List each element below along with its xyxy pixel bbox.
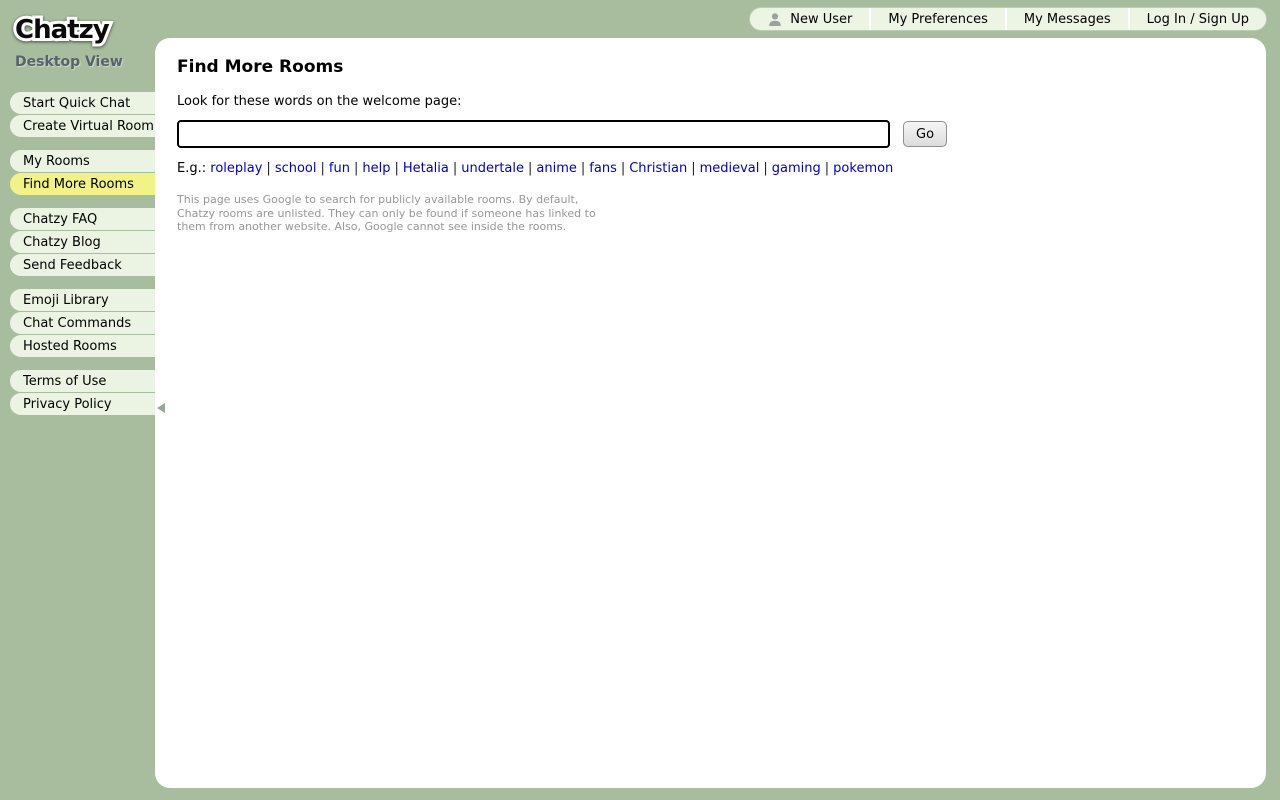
main-content-panel: Find More Rooms Look for these words on … — [155, 38, 1266, 788]
sidebar-group-chat: Start Quick Chat Create Virtual Room — [10, 92, 155, 137]
link-separator: | — [763, 161, 767, 176]
nav-item-label: Log In / Sign Up — [1147, 12, 1249, 27]
link-separator: | — [528, 161, 532, 176]
examples-prefix: E.g.: — [177, 161, 206, 176]
search-row: Go — [177, 120, 1242, 148]
chatzy-logo[interactable]: Chatzy — [10, 8, 140, 54]
example-link-help[interactable]: help — [362, 161, 390, 176]
link-separator: | — [581, 161, 585, 176]
nav-item-login-signup[interactable]: Log In / Sign Up — [1128, 8, 1266, 30]
nav-item-label: My Preferences — [888, 12, 988, 27]
example-link-medieval[interactable]: medieval — [700, 161, 760, 176]
example-link-gaming[interactable]: gaming — [772, 161, 821, 176]
sidebar-item-send-feedback[interactable]: Send Feedback — [10, 254, 155, 276]
nav-item-my-preferences[interactable]: My Preferences — [869, 8, 1005, 30]
desktop-view-label: Desktop View — [15, 54, 123, 70]
disclaimer-line: them from another website. Also, Google … — [177, 220, 1242, 234]
logo-text: Chatzy — [15, 15, 110, 45]
nav-item-label: New User — [790, 12, 852, 27]
sidebar-item-chatzy-blog[interactable]: Chatzy Blog — [10, 231, 155, 253]
example-link-hetalia[interactable]: Hetalia — [403, 161, 449, 176]
nav-item-new-user[interactable]: New User — [750, 8, 869, 30]
sidebar-item-chatzy-faq[interactable]: Chatzy FAQ — [10, 208, 155, 230]
example-links-row: E.g.: roleplay | school | fun | help | Hetalia | u… — [177, 161, 1242, 176]
page-title: Find More Rooms — [177, 57, 1242, 77]
disclaimer-line: Chatzy rooms are unlisted. They can only… — [177, 207, 1242, 221]
link-separator: | — [321, 161, 325, 176]
nav-item-label: My Messages — [1024, 12, 1111, 27]
example-link-christian[interactable]: Christian — [629, 161, 687, 176]
disclaimer-line: This page uses Google to search for publ… — [177, 193, 1242, 207]
link-separator: | — [453, 161, 457, 176]
sidebar-item-terms-of-use[interactable]: Terms of Use — [10, 370, 155, 392]
room-search-input[interactable] — [177, 120, 890, 148]
sidebar-group-legal: Terms of Use Privacy Policy — [10, 370, 155, 415]
sidebar-group-tools: Emoji Library Chat Commands Hosted Rooms — [10, 289, 155, 357]
person-icon — [767, 12, 783, 27]
example-link-undertale[interactable]: undertale — [461, 161, 524, 176]
sidebar-item-my-rooms[interactable]: My Rooms — [10, 150, 155, 172]
link-separator: | — [621, 161, 625, 176]
example-link-fun[interactable]: fun — [329, 161, 350, 176]
example-link-roleplay[interactable]: roleplay — [210, 161, 262, 176]
link-separator: | — [394, 161, 398, 176]
go-button[interactable]: Go — [903, 121, 947, 147]
sidebar-item-chat-commands[interactable]: Chat Commands — [10, 312, 155, 334]
sidebar-item-emoji-library[interactable]: Emoji Library — [10, 289, 155, 311]
sidebar-item-create-virtual-room[interactable]: Create Virtual Room — [10, 115, 155, 137]
sidebar: Start Quick Chat Create Virtual Room My … — [10, 92, 155, 428]
google-search-disclaimer: This page uses Google to search for publ… — [177, 193, 1242, 234]
sidebar-group-info: Chatzy FAQ Chatzy Blog Send Feedback — [10, 208, 155, 276]
sidebar-item-hosted-rooms[interactable]: Hosted Rooms — [10, 335, 155, 357]
example-link-fans[interactable]: fans — [589, 161, 617, 176]
sidebar-item-start-quick-chat[interactable]: Start Quick Chat — [10, 92, 155, 114]
example-link-pokemon[interactable]: pokemon — [833, 161, 893, 176]
search-label: Look for these words on the welcome page… — [177, 94, 1242, 109]
link-separator: | — [354, 161, 358, 176]
link-separator: | — [266, 161, 270, 176]
link-separator: | — [825, 161, 829, 176]
sidebar-item-find-more-rooms[interactable]: Find More Rooms — [10, 173, 155, 195]
sidebar-item-privacy-policy[interactable]: Privacy Policy — [10, 393, 155, 415]
nav-item-my-messages[interactable]: My Messages — [1005, 8, 1128, 30]
link-separator: | — [691, 161, 695, 176]
sidebar-collapse-arrow-icon[interactable] — [157, 403, 165, 413]
example-link-school[interactable]: school — [275, 161, 317, 176]
sidebar-group-rooms: My Rooms Find More Rooms — [10, 150, 155, 195]
top-nav-bar: New User My Preferences My Messages Log … — [750, 8, 1266, 30]
example-link-anime[interactable]: anime — [536, 161, 576, 176]
